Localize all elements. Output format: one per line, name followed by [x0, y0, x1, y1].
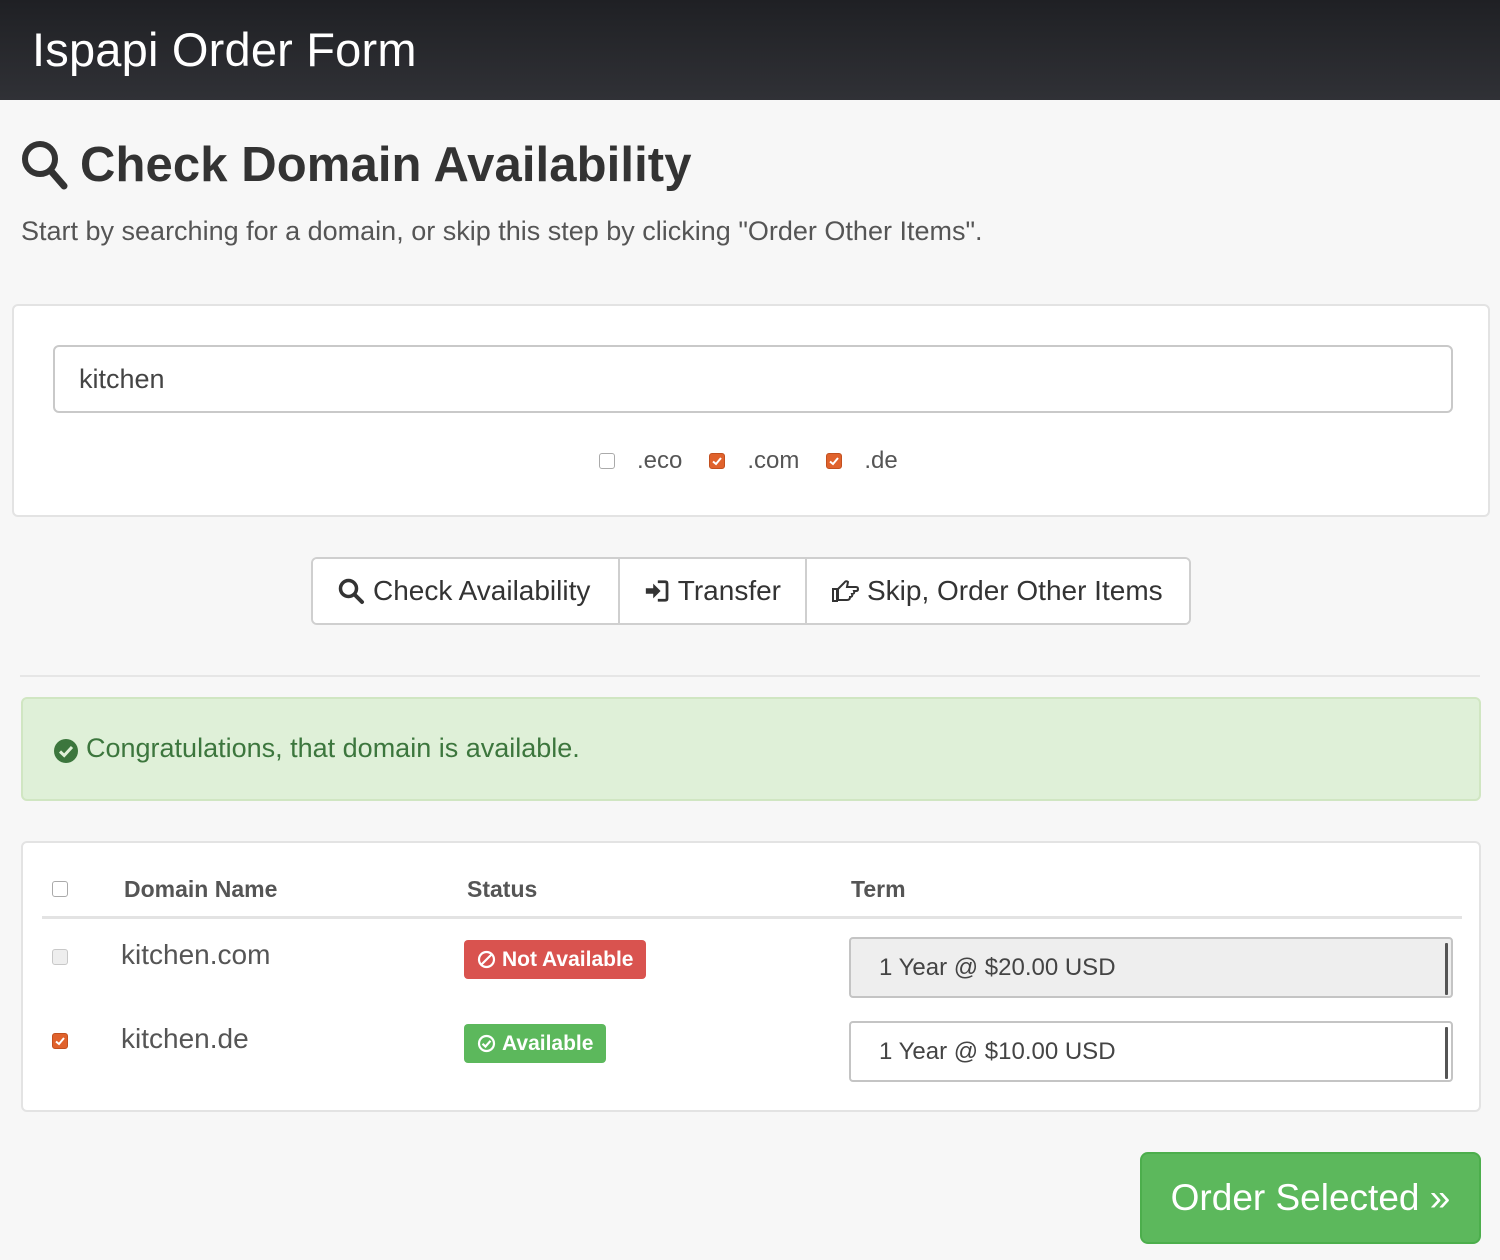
- search-icon: [22, 141, 68, 190]
- check-circle-icon: [54, 739, 78, 763]
- status-badge: Not Available: [464, 940, 647, 979]
- column-header-term: Term: [851, 876, 906, 902]
- intro-text: Start by searching for a domain, or skip…: [21, 216, 983, 246]
- hand-pointing-right-icon: [832, 580, 859, 602]
- domain-name: kitchen.de: [121, 1023, 249, 1054]
- status-badge: Available: [464, 1024, 607, 1063]
- domain-name: kitchen.com: [121, 939, 271, 970]
- domain-search-input[interactable]: [53, 345, 1453, 413]
- term-select[interactable]: 1 Year @ $10.00 USD: [849, 1021, 1453, 1082]
- tld-checkbox-com[interactable]: [709, 453, 726, 469]
- select-all-checkbox[interactable]: [52, 881, 68, 897]
- check-circle-icon: [477, 1034, 496, 1053]
- skip-order-other-items-button[interactable]: Skip, Order Other Items: [805, 559, 1189, 623]
- availability-alert: Congratulations, that domain is availabl…: [21, 697, 1481, 801]
- tld-option-com[interactable]: .com: [709, 447, 799, 475]
- check-availability-button[interactable]: Check Availability: [313, 559, 618, 623]
- navbar: Ispapi Order Form: [0, 0, 1500, 100]
- checkmark-icon: [829, 457, 840, 466]
- alert-text: Congratulations, that domain is availabl…: [86, 733, 580, 763]
- ban-icon: [477, 950, 496, 969]
- term-value: 1 Year @ $10.00 USD: [879, 1037, 1116, 1065]
- page-title: Check Domain Availability: [20, 137, 692, 193]
- navbar-brand[interactable]: Ispapi Order Form: [32, 22, 417, 77]
- order-selected-button[interactable]: Order Selected »: [1140, 1152, 1481, 1244]
- status-label: Available: [502, 1031, 594, 1055]
- term-select[interactable]: 1 Year @ $20.00 USD: [849, 937, 1453, 998]
- transfer-label: Transfer: [677, 575, 781, 606]
- column-header-domain: Domain Name: [124, 876, 278, 902]
- skip-label: Skip, Order Other Items: [867, 575, 1163, 606]
- tld-label: .eco: [637, 447, 683, 474]
- tld-option-de[interactable]: .de: [826, 447, 898, 475]
- tld-options: .eco .com .de: [599, 447, 898, 475]
- checkmark-icon: [712, 457, 723, 466]
- tld-label: .com: [747, 447, 800, 474]
- column-header-status: Status: [467, 876, 538, 902]
- table-header-divider: [42, 916, 1462, 919]
- tld-label: .de: [864, 447, 898, 474]
- page-title-text: Check Domain Availability: [80, 138, 692, 192]
- domain-action-buttons: Check Availability Transfer Skip, Order …: [311, 557, 1191, 625]
- tld-checkbox-eco[interactable]: [599, 453, 615, 469]
- check-availability-label: Check Availability: [373, 575, 591, 606]
- domain-results-table: Domain Name Status Term kitchen.com Not …: [21, 841, 1481, 1112]
- divider: [20, 675, 1480, 677]
- tld-checkbox-de[interactable]: [826, 453, 843, 469]
- transfer-button[interactable]: Transfer: [618, 559, 805, 623]
- term-value: 1 Year @ $20.00 USD: [879, 953, 1116, 981]
- status-label: Not Available: [502, 947, 634, 971]
- checkmark-icon: [55, 1037, 65, 1046]
- domain-search-panel: .eco .com .de: [12, 304, 1490, 517]
- row-checkbox[interactable]: [52, 1033, 68, 1049]
- tld-option-eco[interactable]: .eco: [599, 447, 682, 475]
- row-checkbox[interactable]: [52, 949, 68, 965]
- search-icon: [338, 578, 364, 604]
- sign-in-icon: [645, 580, 669, 602]
